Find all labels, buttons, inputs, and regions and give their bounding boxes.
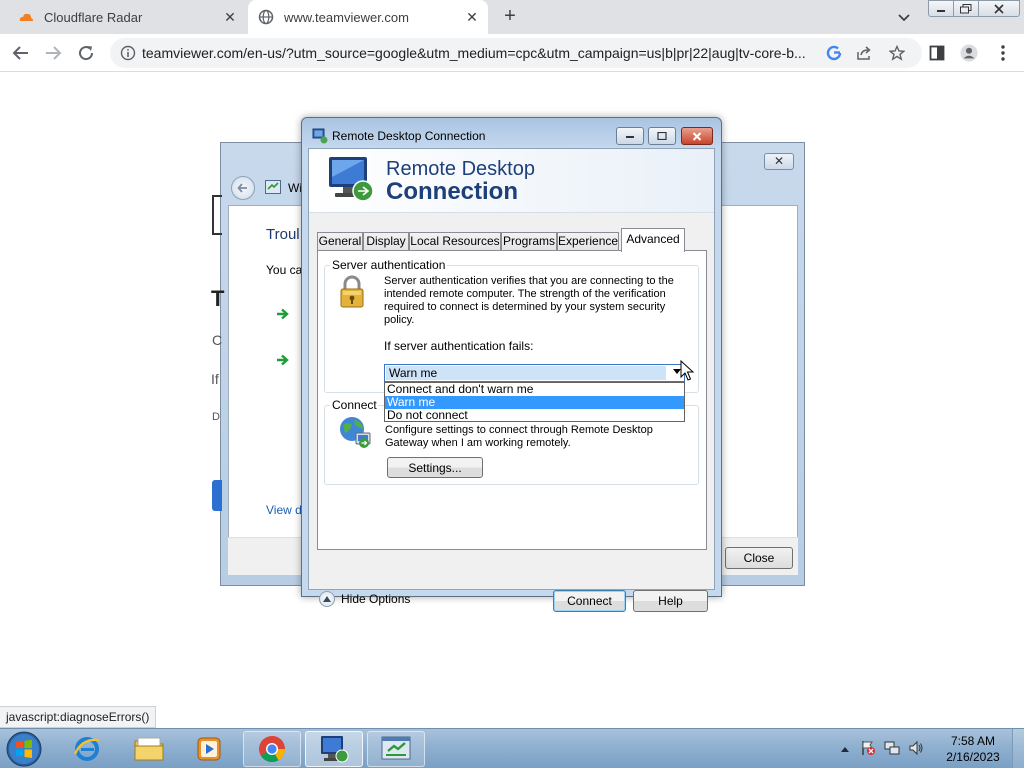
system-tray: [840, 737, 924, 761]
action-center-flag-icon[interactable]: [860, 740, 876, 759]
dialog-client-area: Remote Desktop Connection General Displa…: [308, 148, 715, 612]
connect-from-description: Configure settings to connect through Re…: [385, 424, 655, 450]
volume-icon[interactable]: [908, 740, 924, 759]
google-translate-icon[interactable]: [826, 45, 842, 61]
close-button[interactable]: [681, 127, 713, 145]
connect-from-label: Connect from anywhere: [330, 398, 378, 412]
tab-cloudflare-radar[interactable]: Cloudflare Radar ✕: [8, 0, 246, 34]
back-icon[interactable]: [10, 42, 32, 64]
page-text-fragment: If: [211, 371, 219, 387]
reload-icon[interactable]: [75, 42, 97, 64]
rdc-dialog: Remote Desktop Connection Remote Desktop…: [301, 117, 722, 612]
auth-fail-label: If server authentication fails:: [384, 339, 534, 353]
gateway-globe-icon: [338, 415, 372, 449]
site-info-icon[interactable]: [120, 45, 136, 61]
clock-date: 2/16/2023: [946, 750, 1000, 764]
hide-options-toggle[interactable]: Hide Options: [319, 591, 410, 607]
network-tray-icon[interactable]: [884, 740, 900, 759]
window-title: Wi: [288, 181, 302, 195]
start-button[interactable]: [2, 730, 46, 768]
page-text-fragment: D: [212, 411, 220, 423]
globe-icon: [258, 9, 274, 25]
minimize-window-button[interactable]: [928, 0, 954, 17]
show-hidden-icons-icon[interactable]: [840, 742, 850, 756]
system-clock[interactable]: 7:58 AM 2/16/2023: [944, 733, 1002, 765]
media-player-icon[interactable]: [180, 731, 238, 767]
rdc-banner: Remote Desktop Connection: [309, 149, 714, 213]
advanced-tab-panel: Server authentication Server authenticat…: [317, 250, 707, 550]
auth-fail-select[interactable]: Warn me: [384, 364, 685, 382]
close-icon[interactable]: ✕: [764, 153, 794, 170]
settings-button[interactable]: Settings...: [387, 457, 483, 478]
tab-display[interactable]: Display: [363, 232, 409, 251]
rdc-taskbar-icon[interactable]: [305, 731, 363, 767]
browser-tab-strip: Cloudflare Radar ✕ www.teamviewer.com ✕ …: [0, 0, 1024, 34]
maximize-button[interactable]: [648, 127, 676, 145]
connect-button[interactable]: Connect: [553, 590, 626, 612]
network-icon: [265, 180, 281, 194]
tab-teamviewer[interactable]: www.teamviewer.com ✕: [248, 0, 488, 34]
clock-time: 7:58 AM: [950, 734, 996, 748]
chevron-down-icon[interactable]: [896, 9, 912, 25]
dialog-title: Remote Desktop Connection: [332, 129, 486, 143]
url-text: teamviewer.com/en-us/?utm_source=google&…: [142, 45, 806, 61]
help-button[interactable]: Help: [633, 590, 708, 612]
tab-local-resources[interactable]: Local Resources: [409, 232, 501, 251]
tab-general[interactable]: General: [317, 232, 363, 251]
tab-programs[interactable]: Programs: [501, 232, 557, 251]
page-border-fragment: [212, 195, 222, 235]
network-connection-icon[interactable]: [367, 731, 425, 767]
close-window-button[interactable]: [978, 0, 1020, 17]
server-auth-label: Server authentication: [330, 258, 448, 272]
page-text-fragment: C: [212, 332, 223, 348]
menu-kebab-icon[interactable]: [994, 44, 1012, 62]
browser-toolbar: teamviewer.com/en-us/?utm_source=google&…: [0, 34, 1024, 72]
page-button-fragment[interactable]: [212, 480, 222, 511]
tab-title: www.teamviewer.com: [284, 9, 409, 25]
status-bar: javascript:diagnoseErrors(): [0, 706, 157, 728]
banner-line-2: Connection: [386, 178, 518, 205]
cloudflare-icon: [18, 9, 34, 25]
page-heading-fragment: T: [211, 286, 225, 311]
option-do-not-connect[interactable]: Do not connect: [385, 409, 684, 422]
tab-title: Cloudflare Radar: [44, 9, 143, 25]
back-arrow-icon[interactable]: [231, 176, 255, 200]
view-details-link[interactable]: View d: [266, 503, 302, 517]
close-button[interactable]: Close: [725, 547, 793, 569]
internet-explorer-icon[interactable]: [58, 731, 116, 767]
minimize-button[interactable]: [616, 127, 644, 145]
profile-avatar-icon[interactable]: [960, 44, 978, 62]
monitor-icon: [325, 155, 377, 205]
lock-icon: [336, 275, 368, 309]
collapse-up-icon: [319, 591, 335, 607]
tab-experience[interactable]: Experience: [557, 232, 619, 251]
file-explorer-icon[interactable]: [120, 731, 178, 767]
address-bar[interactable]: teamviewer.com/en-us/?utm_source=google&…: [110, 38, 922, 68]
green-arrow-icon: [276, 308, 290, 323]
wizard-heading: Troul: [266, 226, 300, 243]
share-icon[interactable]: [856, 45, 872, 61]
close-tab-icon[interactable]: ✕: [464, 9, 480, 25]
chrome-taskbar-icon[interactable]: [243, 731, 301, 767]
forward-icon[interactable]: [42, 42, 64, 64]
restore-window-button[interactable]: [953, 0, 979, 17]
close-tab-icon[interactable]: ✕: [222, 9, 238, 25]
server-auth-description: Server authentication verifies that you …: [384, 275, 674, 326]
side-panel-icon[interactable]: [928, 44, 946, 62]
auth-fail-dropdown-list: Connect and don't warn me Warn me Do not…: [384, 382, 685, 422]
tab-advanced[interactable]: Advanced: [621, 228, 685, 252]
green-arrow-icon: [276, 354, 290, 369]
show-desktop-button[interactable]: [1012, 729, 1024, 768]
wizard-text: You ca: [266, 263, 303, 277]
selected-value: Warn me: [386, 366, 666, 380]
new-tab-button[interactable]: +: [498, 5, 522, 29]
taskbar: 7:58 AM 2/16/2023: [0, 728, 1024, 768]
hide-options-label: Hide Options: [341, 592, 411, 606]
rdc-app-icon: [312, 128, 328, 144]
bookmark-star-icon[interactable]: [889, 45, 905, 61]
